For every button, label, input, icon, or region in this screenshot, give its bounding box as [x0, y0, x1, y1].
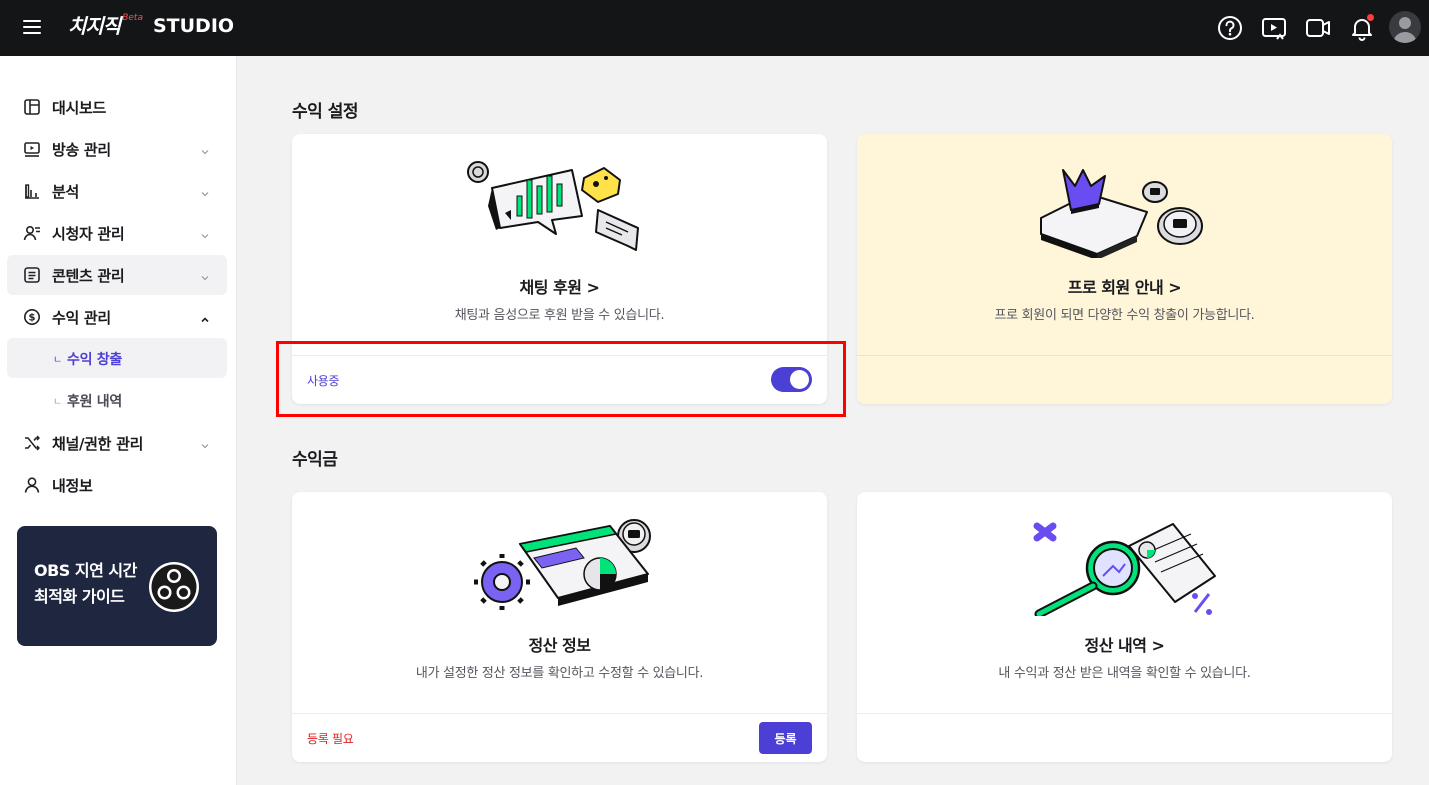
live-play-icon[interactable] [1260, 14, 1288, 42]
settlement-history-card: 정산 내역 > 내 수익과 정산 받은 내역을 확인할 수 있습니다. [857, 492, 1392, 762]
hamburger-menu-icon[interactable] [22, 17, 42, 37]
studio-logo[interactable]: 치지직 Beta STUDIO [68, 12, 234, 40]
sidebar-item-label: 시청자 관리 [52, 224, 125, 243]
section-title-earnings: 수익금 [292, 450, 338, 470]
chat-donation-toggle[interactable] [771, 367, 812, 392]
toggle-knob [790, 370, 809, 389]
card-description: 채팅과 음성으로 후원 받을 수 있습니다. [454, 308, 665, 323]
sidebar-item-label: 수익 관리 [52, 308, 111, 327]
sidebar-subitem-donation-history[interactable]: ㄴ 후원 내역 [7, 380, 227, 420]
sidebar-item-label: 채널/권한 관리 [52, 434, 144, 453]
settlement-history-title-link[interactable]: 정산 내역 > [857, 632, 1392, 656]
sidebar-item-dashboard[interactable]: 대시보드 [7, 87, 227, 127]
subitem-marker: ㄴ [53, 397, 63, 408]
help-icon[interactable] [1216, 14, 1244, 42]
settlement-info-title: 정산 정보 [528, 636, 591, 655]
main-content: 수익 설정 채팅 후원 > 채팅과 음성으로 후원 받을 수 있습니다. 사용중 [238, 56, 1429, 785]
analytics-icon [23, 182, 41, 200]
notification-dot [1367, 14, 1374, 21]
card-footer: 등록 필요 등록 [292, 713, 827, 762]
sidebar: 대시보드 방송 관리 분석 시청자 관리 콘텐츠 관리 $ 수익 관리 ㄴ 수익… [0, 56, 237, 785]
sidebar-item-viewers[interactable]: 시청자 관리 [7, 213, 227, 253]
logo-studio-text: STUDIO [152, 15, 235, 37]
pro-membership-illustration [1040, 169, 1203, 258]
banner-text: OBS 지연 시간 최적화 가이드 [34, 558, 137, 610]
sidebar-item-revenue[interactable]: $ 수익 관리 [7, 297, 227, 337]
top-bar: 치지직 Beta STUDIO [0, 0, 1429, 56]
chevron-down-icon [199, 185, 211, 197]
register-button[interactable]: 등록 [759, 722, 812, 754]
section-title-revenue-settings: 수익 설정 [292, 102, 358, 122]
broadcast-icon [23, 140, 41, 158]
avatar[interactable] [1389, 11, 1421, 43]
banner-line-1: OBS 지연 시간 [34, 561, 137, 580]
card-description: 프로 회원이 되면 다양한 수익 창출이 가능합니다. [994, 308, 1255, 323]
bell-icon[interactable] [1348, 14, 1376, 42]
obs-logo-icon [149, 562, 199, 612]
chevron-down-icon [199, 227, 211, 239]
chevron-up-icon [199, 311, 211, 323]
sidebar-item-broadcast[interactable]: 방송 관리 [7, 129, 227, 169]
beta-badge: Beta [122, 13, 143, 23]
chat-donation-illustration [467, 161, 639, 251]
dashboard-icon [23, 98, 41, 116]
settlement-info-illustration [474, 519, 651, 610]
chevron-down-icon [199, 437, 211, 449]
chat-donation-card: 채팅 후원 > 채팅과 음성으로 후원 받을 수 있습니다. 사용중 [292, 134, 827, 404]
settlement-history-illustration [1033, 522, 1216, 616]
subitem-marker: ㄴ [53, 355, 63, 366]
sidebar-item-content[interactable]: 콘텐츠 관리 [7, 255, 227, 295]
sidebar-item-label: 콘텐츠 관리 [52, 266, 125, 285]
viewers-icon [23, 224, 41, 242]
svg-text:$: $ [29, 313, 36, 324]
chevron-down-icon [199, 143, 211, 155]
sidebar-item-label: 방송 관리 [52, 140, 111, 159]
sidebar-item-profile[interactable]: 내정보 [7, 465, 227, 505]
profile-icon [23, 476, 41, 494]
status-badge: 등록 필요 [307, 732, 354, 746]
revenue-icon: $ [23, 308, 41, 326]
card-footer [857, 713, 1392, 762]
pro-membership-title-link[interactable]: 프로 회원 안내 > [857, 274, 1392, 298]
settlement-info-card: 정산 정보 내가 설정한 정산 정보를 확인하고 수정할 수 있습니다. 등록 … [292, 492, 827, 762]
sidebar-item-label: 대시보드 [52, 98, 107, 117]
video-camera-icon[interactable] [1304, 14, 1332, 42]
obs-guide-banner[interactable]: OBS 지연 시간 최적화 가이드 [17, 526, 217, 646]
card-description: 내가 설정한 정산 정보를 확인하고 수정할 수 있습니다. [415, 666, 704, 681]
status-badge: 사용중 [307, 374, 340, 388]
card-footer: 사용중 [292, 355, 827, 404]
sidebar-item-channel[interactable]: 채널/권한 관리 [7, 423, 227, 463]
card-footer [857, 355, 1392, 404]
content-icon [23, 266, 41, 284]
banner-line-2: 최적화 가이드 [34, 587, 125, 606]
channel-icon [23, 434, 41, 452]
chevron-down-icon [199, 269, 211, 281]
card-description: 내 수익과 정산 받은 내역을 확인할 수 있습니다. [998, 666, 1251, 681]
sidebar-subitem-monetization[interactable]: ㄴ 수익 창출 [7, 338, 227, 378]
sidebar-item-label: 내정보 [52, 476, 93, 495]
logo-mark: 치지직 [68, 14, 121, 38]
sidebar-item-analytics[interactable]: 분석 [7, 171, 227, 211]
sidebar-item-label: 분석 [52, 182, 80, 201]
subitem-label: 수익 창출 [67, 352, 122, 368]
subitem-label: 후원 내역 [67, 394, 122, 410]
chat-donation-title-link[interactable]: 채팅 후원 > [292, 274, 827, 298]
pro-membership-card: 프로 회원 안내 > 프로 회원이 되면 다양한 수익 창출이 가능합니다. [857, 134, 1392, 404]
